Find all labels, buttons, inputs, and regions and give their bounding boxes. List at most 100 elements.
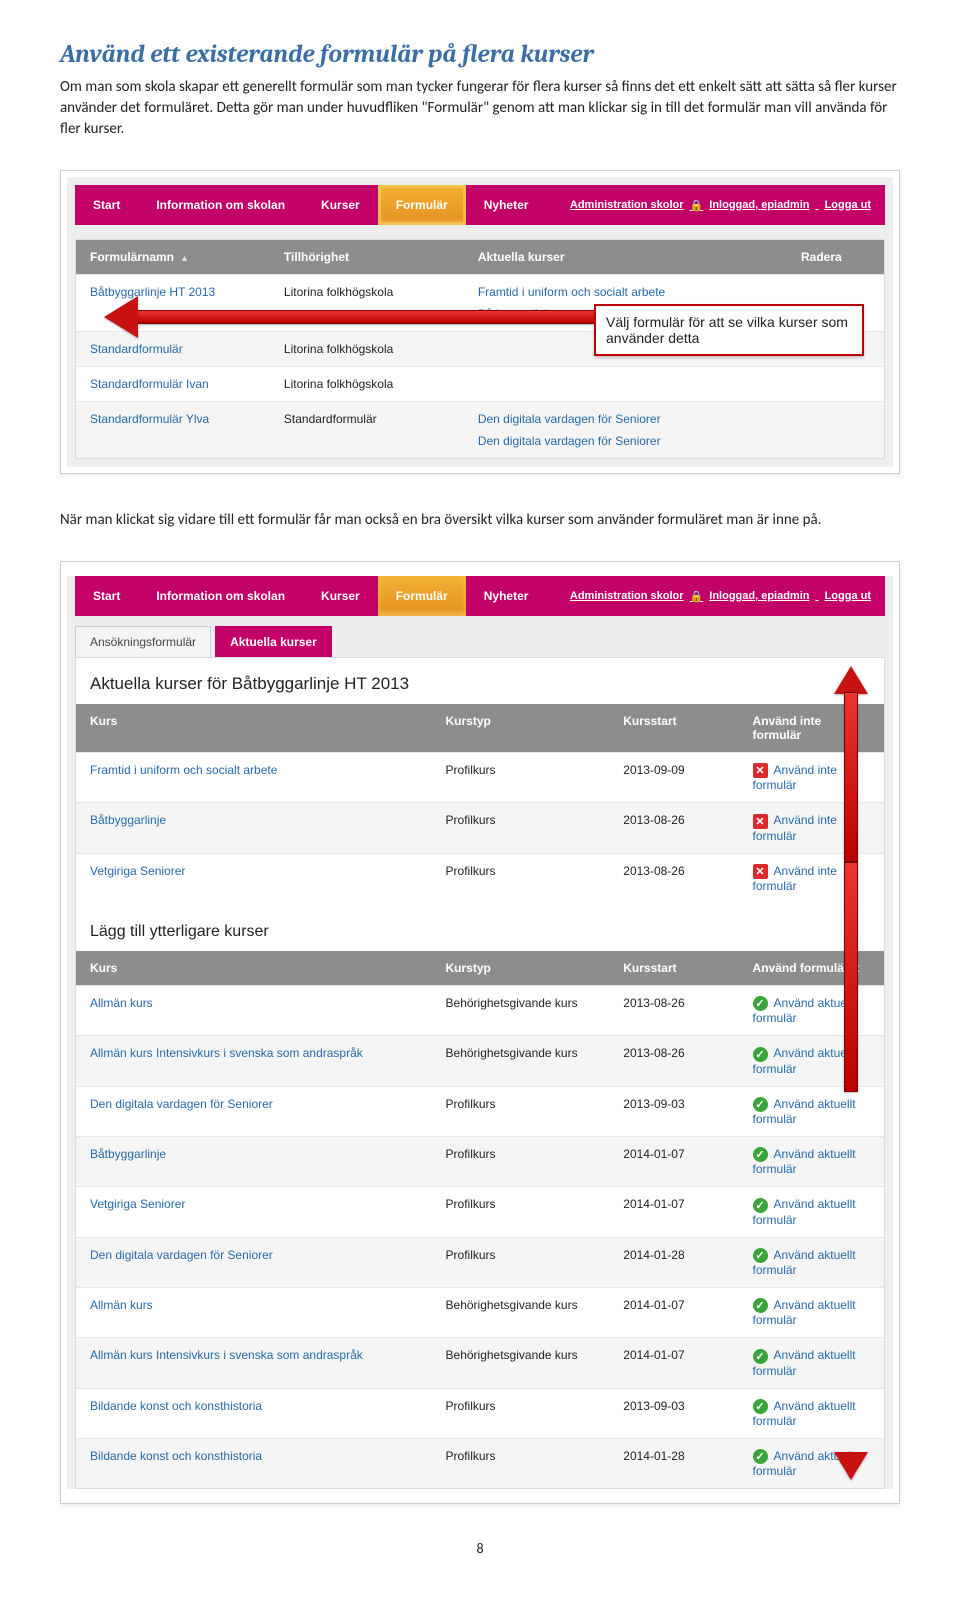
table-row: Den digitala vardagen för SeniorerProfil…	[76, 1237, 884, 1287]
check-icon: ✓	[753, 1047, 768, 1062]
logout-link[interactable]: Logga ut	[825, 590, 871, 602]
lock-icon: 🔒	[690, 590, 704, 603]
admin-link[interactable]: Administration skolor	[570, 590, 684, 602]
tab-aktuella-kurser[interactable]: Aktuella kurser	[215, 626, 332, 657]
check-icon: ✓	[753, 1449, 768, 1464]
cell: Profilkurs	[432, 1187, 610, 1236]
course-link[interactable]: Båtbyggarlinje	[76, 1137, 432, 1186]
logout-link[interactable]: Logga ut	[825, 199, 871, 211]
use-action[interactable]: ✕Använd inte formulär	[739, 753, 884, 802]
course-link[interactable]: Bildande konst och konsthistoria	[76, 1389, 432, 1438]
col-kurs[interactable]: Kurs	[76, 704, 432, 752]
screenshot-1: Start Information om skolan Kurser Formu…	[60, 170, 900, 474]
col-aktuella[interactable]: Aktuella kurser	[464, 240, 787, 274]
col-anvand-inte[interactable]: Använd inte formulär	[739, 704, 884, 752]
form-link[interactable]: Standardformulär Ylva	[76, 402, 270, 458]
menu-nyheter[interactable]: Nyheter	[466, 576, 547, 616]
tab-ansokningsformular[interactable]: Ansökningsformulär	[75, 626, 211, 657]
cell: Standardformulär	[270, 402, 464, 458]
course-link[interactable]: Allmän kurs	[76, 986, 432, 1035]
form-link[interactable]: Båtbyggarlinje HT 2013	[76, 275, 270, 331]
table-row: Allmän kursBehörighetsgivande kurs2013-0…	[76, 985, 884, 1035]
use-action[interactable]: ✓Använd aktuellt formulär	[739, 1439, 884, 1488]
course-link[interactable]: Allmän kurs Intensivkurs i svenska som a…	[76, 1036, 432, 1085]
menu-start[interactable]: Start	[75, 185, 138, 225]
use-action[interactable]: ✓Använd aktuellt formulär	[739, 986, 884, 1035]
cell: 2014-01-28	[609, 1238, 738, 1287]
section-title: Aktuella kurser för Båtbyggarlinje HT 20…	[76, 658, 884, 704]
col-tillhorighet[interactable]: Tillhörighet	[270, 240, 464, 274]
course-link[interactable]: Den digitala vardagen för Seniorer	[76, 1238, 432, 1287]
course-link[interactable]: Framtid i uniform och socialt arbete	[478, 285, 773, 299]
course-link[interactable]: Den digitala vardagen för Seniorer	[478, 434, 773, 448]
menu-kurser[interactable]: Kurser	[303, 576, 378, 616]
col-kurstyp[interactable]: Kurstyp	[432, 704, 610, 752]
cell: Litorina folkhögskola	[270, 275, 464, 331]
course-link[interactable]: Båtbyggarlinje	[76, 803, 432, 852]
use-action[interactable]: ✕Använd inte formulär	[739, 803, 884, 852]
use-action[interactable]: ✓Använd aktuellt formulär	[739, 1036, 884, 1085]
use-action[interactable]: ✓Använd aktuellt formulär	[739, 1338, 884, 1387]
forms-table: Formulärnamn Tillhörighet Aktuella kurse…	[75, 239, 885, 459]
menu-start[interactable]: Start	[75, 576, 138, 616]
menu-info[interactable]: Information om skolan	[138, 576, 303, 616]
cell: Behörighetsgivande kurs	[432, 1036, 610, 1085]
page-heading: Använd ett existerande formulär på flera…	[60, 40, 900, 69]
intro-paragraph: Om man som skola skapar ett generellt fo…	[60, 77, 900, 140]
course-link[interactable]: Bildande konst och konsthistoria	[76, 1439, 432, 1488]
use-action[interactable]: ✓Använd aktuellt formulär	[739, 1238, 884, 1287]
check-icon: ✓	[753, 1097, 768, 1112]
use-action[interactable]: ✓Använd aktuellt formulär	[739, 1187, 884, 1236]
course-link[interactable]: Den digitala vardagen för Seniorer	[76, 1087, 432, 1136]
mid-paragraph: När man klickat sig vidare till ett form…	[60, 510, 900, 531]
remove-icon: ✕	[753, 763, 768, 778]
cell: 2013-08-26	[609, 986, 738, 1035]
cell: 2014-01-07	[609, 1137, 738, 1186]
admin-link[interactable]: Administration skolor	[570, 199, 684, 211]
cell: Behörighetsgivande kurs	[432, 1288, 610, 1337]
col-kurs[interactable]: Kurs	[76, 951, 432, 985]
cell: Litorina folkhögskola	[270, 367, 464, 401]
use-action[interactable]: ✓Använd aktuellt formulär	[739, 1137, 884, 1186]
check-icon: ✓	[753, 1198, 768, 1213]
col-radera[interactable]: Radera	[787, 240, 884, 274]
form-link[interactable]: Standardformulär Ivan	[76, 367, 270, 401]
course-link[interactable]: Den digitala vardagen för Seniorer	[478, 412, 773, 426]
menu-info[interactable]: Information om skolan	[138, 185, 303, 225]
tabs: Ansökningsformulär Aktuella kurser	[67, 616, 893, 657]
cell: 2014-01-07	[609, 1288, 738, 1337]
courses-panel: Aktuella kurser för Båtbyggarlinje HT 20…	[75, 657, 885, 1489]
cell: Profilkurs	[432, 854, 610, 903]
cell: 2013-09-03	[609, 1389, 738, 1438]
menu-nyheter[interactable]: Nyheter	[466, 185, 547, 225]
course-link[interactable]: Vetgiriga Seniorer	[76, 1187, 432, 1236]
col-kursstart[interactable]: Kursstart	[609, 951, 738, 985]
cell: 2014-01-28	[609, 1439, 738, 1488]
use-action[interactable]: ✓Använd aktuellt formulär	[739, 1288, 884, 1337]
table-row: Vetgiriga SeniorerProfilkurs2013-08-26✕A…	[76, 853, 884, 903]
course-link[interactable]: Allmän kurs Intensivkurs i svenska som a…	[76, 1338, 432, 1387]
cell: 2013-08-26	[609, 854, 738, 903]
course-link[interactable]: Vetgiriga Seniorer	[76, 854, 432, 903]
use-action[interactable]: ✓Använd aktuellt formulär	[739, 1087, 884, 1136]
col-kursstart[interactable]: Kursstart	[609, 704, 738, 752]
check-icon: ✓	[753, 1298, 768, 1313]
cell: Profilkurs	[432, 1137, 610, 1186]
course-link[interactable]: Framtid i uniform och socialt arbete	[76, 753, 432, 802]
col-kurstyp[interactable]: Kurstyp	[432, 951, 610, 985]
table-row: Den digitala vardagen för SeniorerProfil…	[76, 1086, 884, 1136]
col-formularnamn[interactable]: Formulärnamn	[76, 240, 270, 274]
cell: Profilkurs	[432, 1238, 610, 1287]
menu-formular[interactable]: Formulär	[378, 185, 466, 225]
col-anvand-formularet[interactable]: Använd formuläret	[739, 951, 884, 985]
table-row: Bildande konst och konsthistoriaProfilku…	[76, 1388, 884, 1438]
course-link[interactable]: Allmän kurs	[76, 1288, 432, 1337]
menu-kurser[interactable]: Kurser	[303, 185, 378, 225]
cell: Behörighetsgivande kurs	[432, 1338, 610, 1387]
form-link[interactable]: Standardformulär	[76, 332, 270, 366]
menu-formular[interactable]: Formulär	[378, 576, 466, 616]
use-action[interactable]: ✓Använd aktuellt formulär	[739, 1389, 884, 1438]
use-action[interactable]: ✕Använd inte formulär	[739, 854, 884, 903]
cell: Behörighetsgivande kurs	[432, 986, 610, 1035]
cell: Profilkurs	[432, 803, 610, 852]
